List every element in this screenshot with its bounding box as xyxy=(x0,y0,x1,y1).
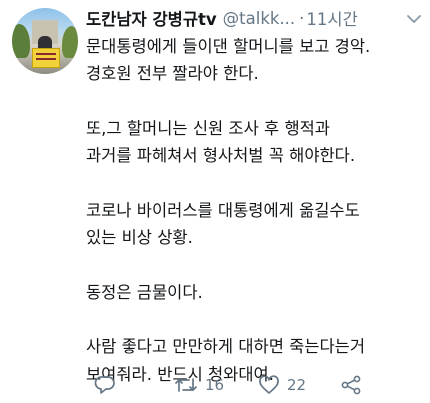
avatar-tree-right xyxy=(62,26,78,58)
avatar-sign xyxy=(32,48,60,68)
avatar-tree-left xyxy=(12,24,30,58)
tweet-line: 있는 비상 상황. xyxy=(86,228,193,248)
tweet-actions: 16 22 xyxy=(86,372,416,398)
author-name[interactable]: 도칸남자 강병규tv xyxy=(86,6,217,30)
chevron-down-icon[interactable] xyxy=(406,11,422,25)
tweet-line: 또,그 할머니는 신원 조사 후 행적과 xyxy=(86,118,330,138)
share-button[interactable] xyxy=(340,372,362,398)
tweet-text: 문대통령에게 들이댄 할머니를 보고 경악. 경호원 전부 짤라야 한다. 또,… xyxy=(86,33,424,388)
separator-dot: · xyxy=(299,8,305,28)
like-button[interactable]: 22 xyxy=(258,372,306,398)
tweet-time[interactable]: 11시간 xyxy=(306,6,357,30)
retweet-button[interactable]: 16 xyxy=(174,372,224,398)
reply-button[interactable] xyxy=(94,372,116,398)
share-icon xyxy=(340,375,362,395)
retweet-icon xyxy=(174,375,198,395)
tweet-line: 코로나 바이러스를 대통령에게 옮길수도 xyxy=(86,200,360,220)
tweet-line: 사람 좋다고 만만하게 대하면 죽는다는거 xyxy=(86,337,366,357)
tweet-header: 도칸남자 강병규tv @talkk... · 11시간 xyxy=(86,6,422,30)
heart-icon xyxy=(258,375,280,395)
like-count: 22 xyxy=(287,376,307,394)
tweet-line: 문대통령에게 들이댄 할머니를 보고 경악. xyxy=(86,37,371,56)
tweet-line: 과거를 파헤쳐서 형사처벌 꼭 해야한다. xyxy=(86,146,356,166)
tweet-line: 경호원 전부 짤라야 한다. xyxy=(86,64,259,84)
author-handle[interactable]: @talkk... xyxy=(223,9,296,28)
avatar[interactable] xyxy=(12,8,78,74)
tweet-line: 동정은 금물이다. xyxy=(86,282,203,302)
reply-icon xyxy=(94,375,116,395)
tweet-card[interactable]: 도칸남자 강병규tv @talkk... · 11시간 문대통령에게 들이댄 할… xyxy=(0,0,430,403)
retweet-count: 16 xyxy=(205,376,225,394)
